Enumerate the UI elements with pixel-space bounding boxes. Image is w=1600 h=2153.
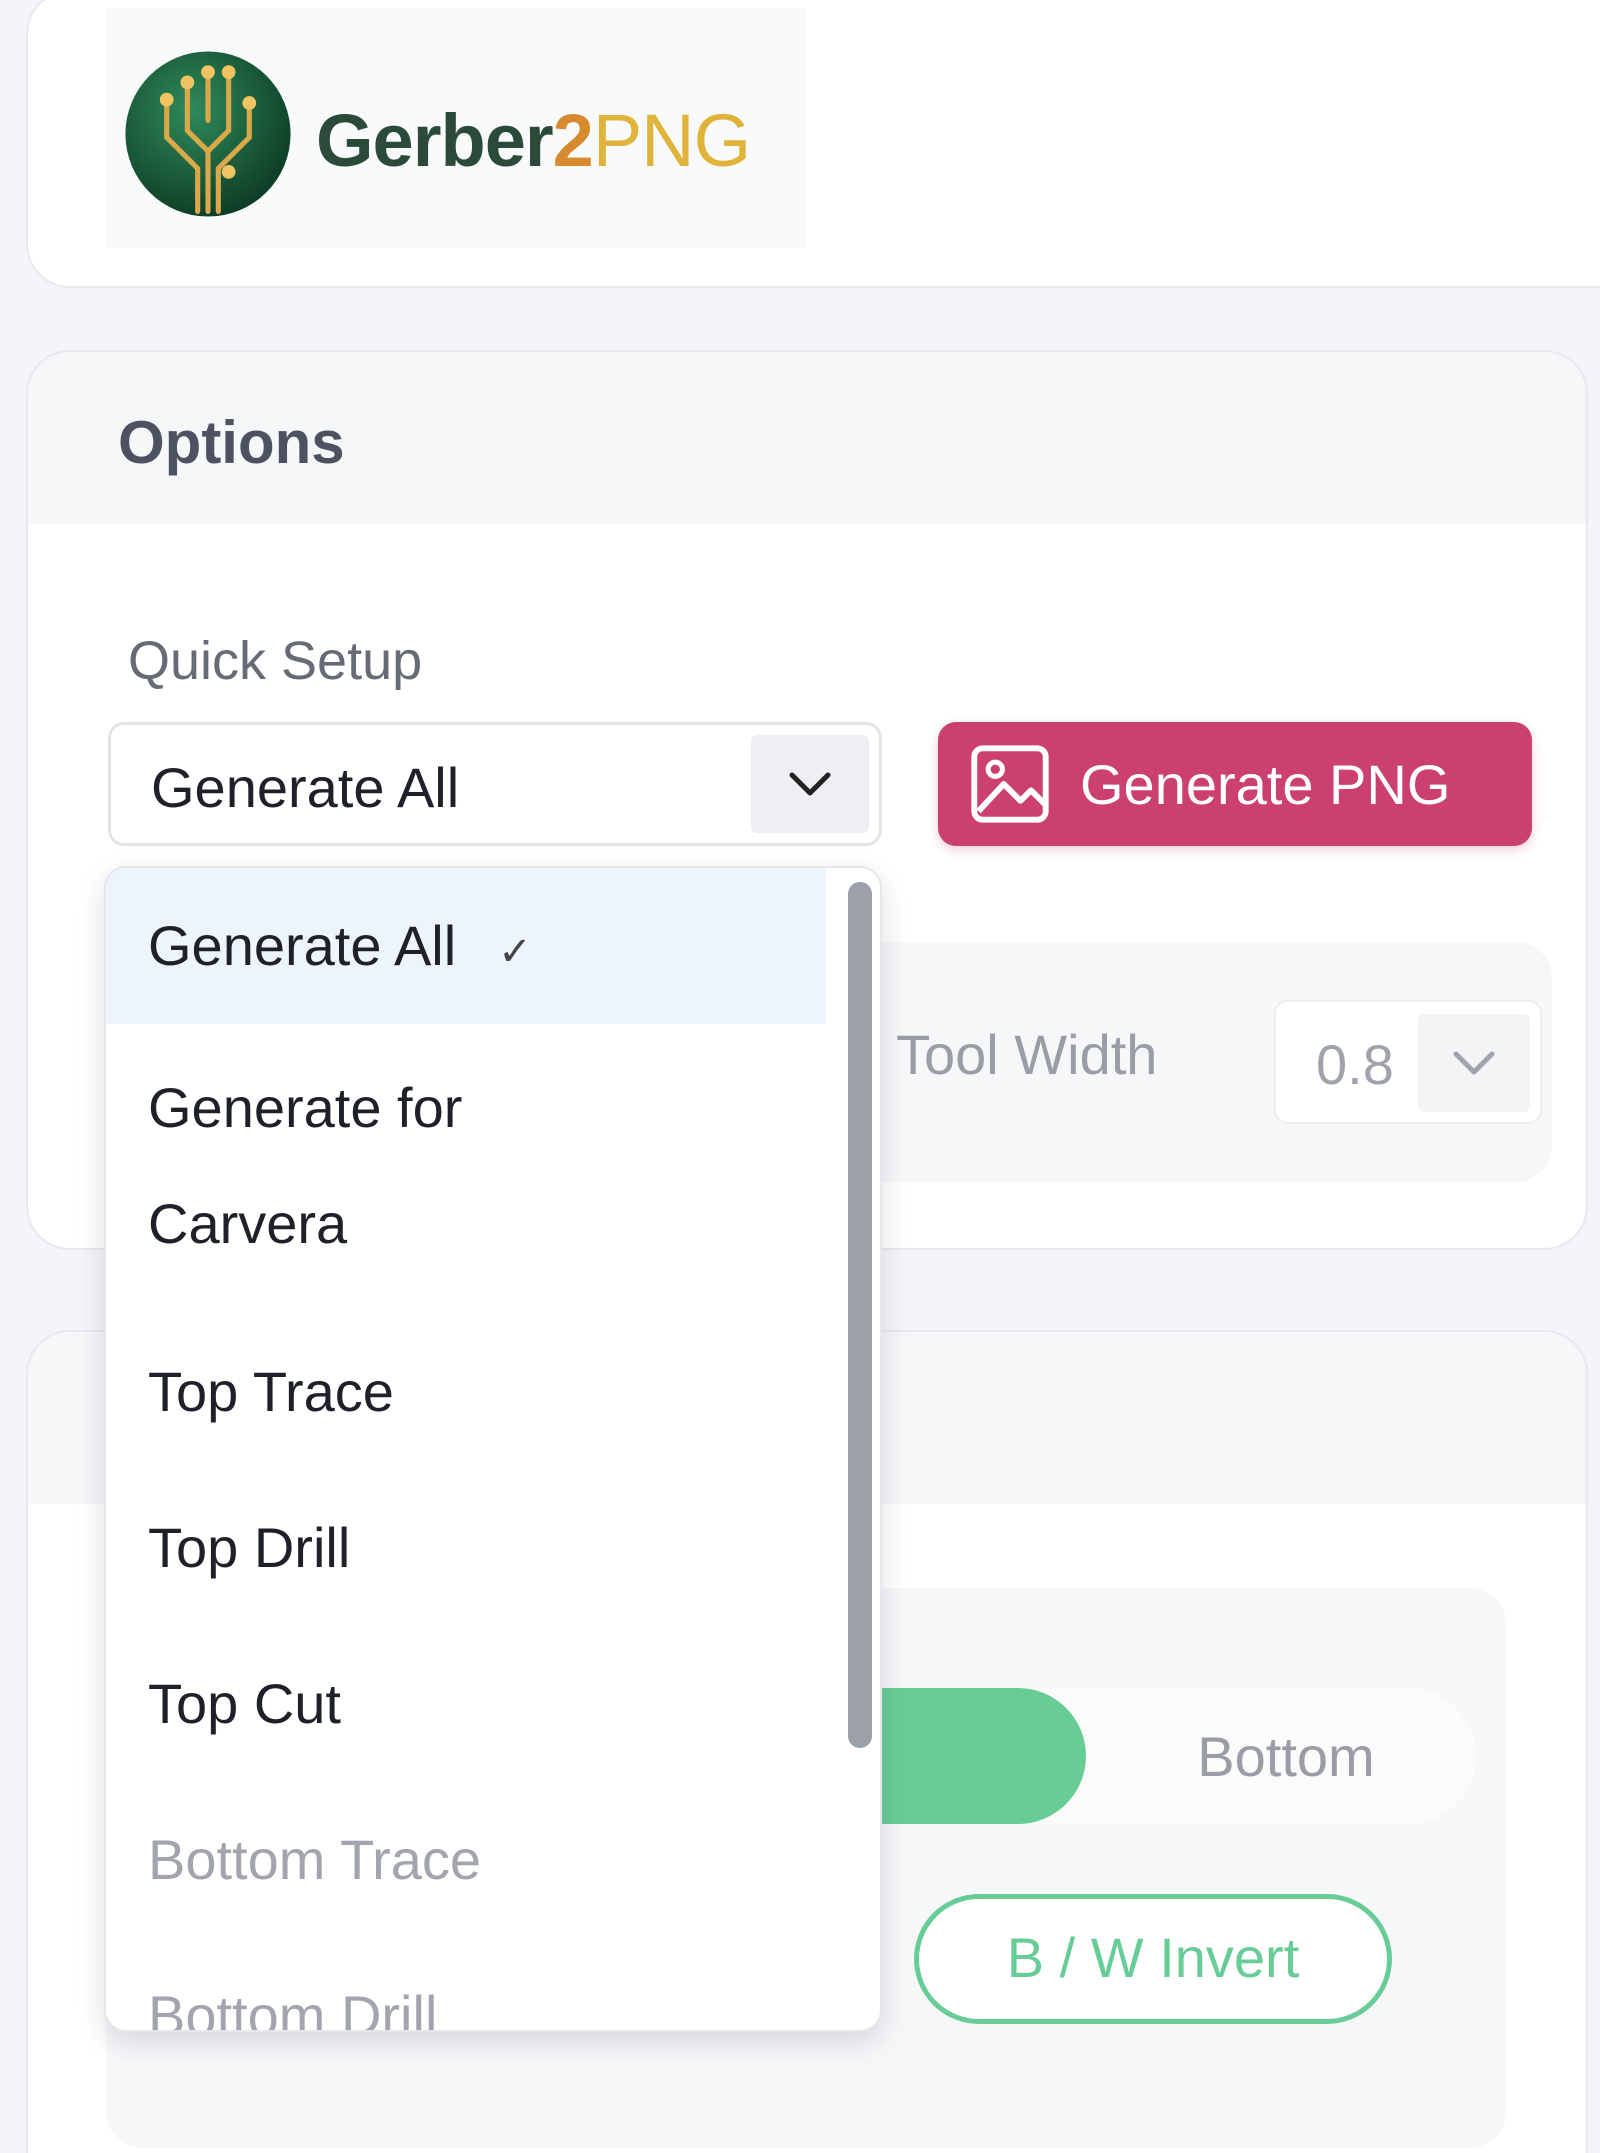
dropdown-option-bottom-drill[interactable]: Bottom Drill (106, 1958, 826, 2032)
logo[interactable]: Gerber2PNG (106, 8, 806, 248)
quick-setup-dropdown: Generate All ✓ Generate for Carvera Top T… (104, 866, 882, 2032)
quick-setup-value: Generate All (151, 756, 460, 819)
chevron-down-icon[interactable] (1418, 1014, 1530, 1112)
generate-png-label: Generate PNG (1080, 752, 1451, 816)
circuit-logo-icon (125, 51, 291, 217)
dropdown-scrollbar[interactable] (848, 882, 872, 1748)
quick-setup-select[interactable]: Generate All (108, 722, 882, 846)
tool-width-select[interactable]: 0.8 (1274, 1000, 1542, 1124)
tool-width-label: Tool Width (896, 1023, 1158, 1086)
dropdown-option-top-drill[interactable]: Top Drill (106, 1490, 826, 1606)
dropdown-option-label: Bottom Drill (148, 1984, 438, 2032)
options-title: Options (118, 409, 345, 476)
dropdown-option-top-trace[interactable]: Top Trace (106, 1334, 826, 1450)
check-icon: ✓ (498, 930, 532, 974)
tool-width-value: 0.8 (1316, 1033, 1394, 1096)
dropdown-option-label: Bottom Trace (148, 1828, 482, 1891)
side-toggle-bottom[interactable]: Bottom (1106, 1724, 1466, 1789)
page: Gerber2PNG Options Quick Setup Generate … (0, 0, 1600, 2153)
options-header: Options (28, 352, 1586, 524)
generate-png-button[interactable]: Generate PNG (938, 722, 1532, 846)
logo-text: Gerber2PNG (316, 99, 751, 182)
dropdown-option-label-line2: Carvera (148, 1192, 348, 1255)
bw-invert-button[interactable]: B / W Invert (914, 1894, 1392, 2024)
chevron-down-icon[interactable] (751, 735, 869, 833)
dropdown-option-label: Top Cut (148, 1672, 341, 1735)
dropdown-option-label: Generate for (148, 1076, 463, 1139)
dropdown-option-generate-for-carvera[interactable]: Generate for Carvera (106, 1050, 826, 1282)
dropdown-option-label: Top Drill (148, 1516, 351, 1579)
image-icon (971, 745, 1049, 823)
dropdown-option-label: Generate All (148, 914, 457, 977)
dropdown-option-top-cut[interactable]: Top Cut (106, 1646, 826, 1762)
dropdown-option-generate-all[interactable]: Generate All ✓ (106, 868, 826, 1024)
dropdown-option-label: Top Trace (148, 1360, 394, 1423)
dropdown-option-bottom-trace[interactable]: Bottom Trace (106, 1802, 826, 1918)
quick-setup-label: Quick Setup (128, 631, 423, 691)
